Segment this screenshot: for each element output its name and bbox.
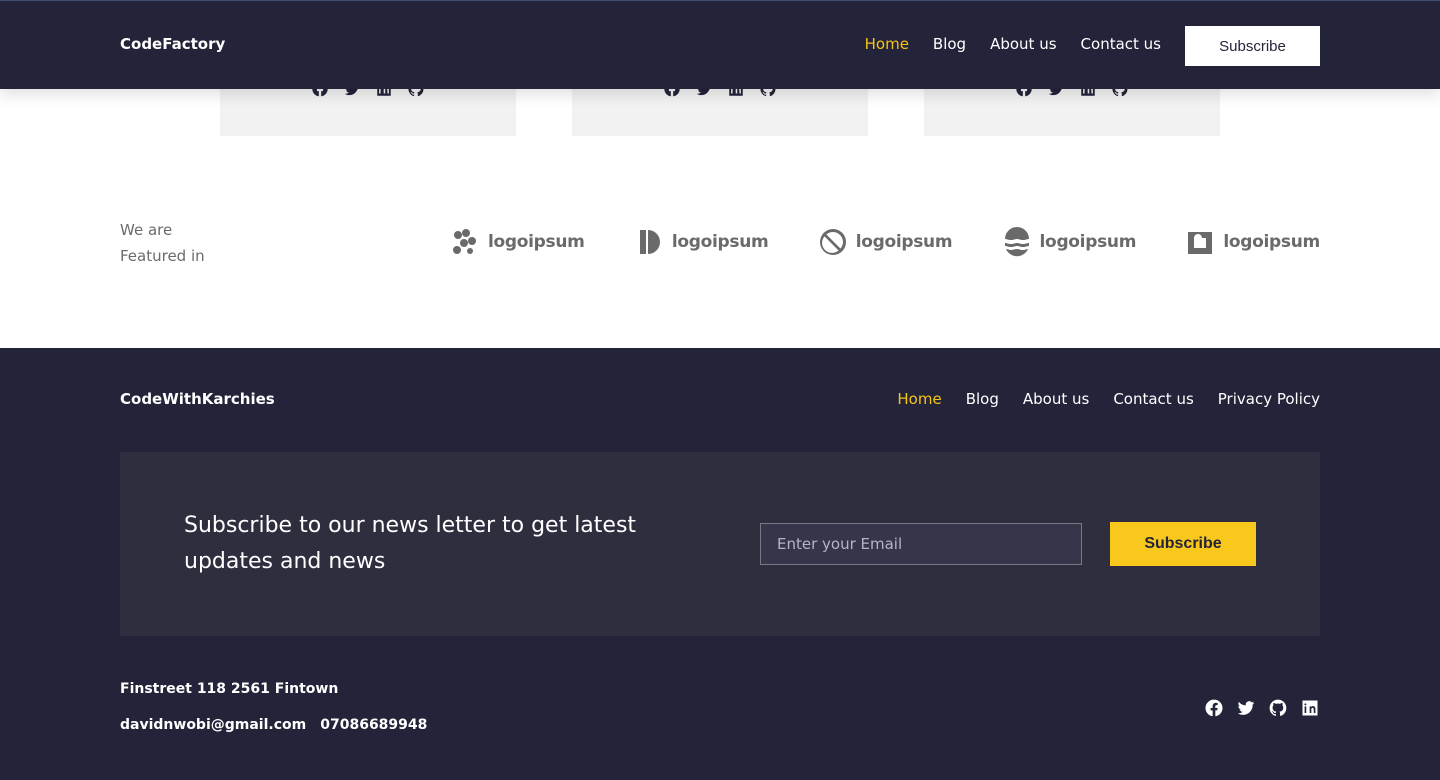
logo-text: logoipsum	[671, 232, 769, 252]
logo-slashed-circle-icon	[819, 229, 846, 255]
footer-nav-blog[interactable]: Blog	[966, 390, 999, 408]
nav-subscribe-button[interactable]: Subscribe	[1185, 26, 1320, 66]
footer-brand[interactable]: CodeWithKarchies	[120, 390, 275, 408]
featured-logo: logoipsum	[634, 227, 769, 257]
logo-text: logoipsum	[1039, 232, 1137, 252]
nav-blog[interactable]: Blog	[933, 35, 966, 53]
logo-dots-icon	[453, 229, 476, 254]
nav-about[interactable]: About us	[990, 35, 1056, 53]
footer-email[interactable]: davidnwobi@gmail.com	[120, 717, 306, 733]
twitter-icon[interactable]	[1236, 698, 1256, 718]
footer: CodeWithKarchies Home Blog About us Cont…	[0, 348, 1440, 780]
footer-nav-privacy[interactable]: Privacy Policy	[1218, 390, 1320, 408]
nav-home[interactable]: Home	[865, 35, 909, 53]
footer-contact: davidnwobi@gmail.com 07086689948	[120, 717, 427, 733]
newsletter-email-input[interactable]	[760, 523, 1082, 565]
github-icon[interactable]	[1268, 698, 1288, 718]
featured-logo: logoipsum	[1185, 227, 1320, 257]
footer-nav-home[interactable]: Home	[897, 390, 941, 408]
logo-half-circle-icon	[639, 230, 660, 254]
newsletter-subscribe-button[interactable]: Subscribe	[1110, 522, 1256, 566]
newsletter-panel: Subscribe to our news letter to get late…	[120, 452, 1320, 636]
logo-waves-icon	[1004, 227, 1029, 257]
featured-label-line2: Featured in	[120, 247, 205, 265]
logo-text: logoipsum	[1223, 232, 1320, 252]
footer-socials	[1204, 698, 1320, 718]
footer-phone[interactable]: 07086689948	[320, 717, 427, 733]
footer-nav-contact[interactable]: Contact us	[1113, 390, 1193, 408]
facebook-icon[interactable]	[1204, 698, 1224, 718]
top-nav-links: Home Blog About us Contact us	[865, 35, 1161, 53]
footer-address: Finstreet 118 2561 Fintown	[120, 681, 339, 697]
featured-logos: logoipsum logoipsum logoipsum logoipsum …	[450, 226, 1320, 258]
logo-text: logoipsum	[488, 232, 585, 252]
logo-text: logoipsum	[855, 232, 953, 252]
logo-square-icon	[1188, 232, 1213, 254]
featured-label-line1: We are	[120, 221, 173, 239]
footer-nav-about[interactable]: About us	[1023, 390, 1089, 408]
nav-contact[interactable]: Contact us	[1081, 35, 1161, 53]
featured-logo: logoipsum	[1002, 227, 1137, 257]
footer-nav-links: Home Blog About us Contact us Privacy Po…	[897, 390, 1320, 408]
newsletter-headline: Subscribe to our news letter to get late…	[184, 513, 637, 574]
linkedin-icon[interactable]	[1300, 698, 1320, 718]
top-navbar: CodeFactory Home Blog About us Contact u…	[0, 0, 1440, 89]
featured-logo: logoipsum	[818, 227, 953, 257]
featured-label: We are Featured in	[120, 217, 240, 269]
featured-logo: logoipsum	[450, 227, 585, 257]
site-brand[interactable]: CodeFactory	[120, 35, 225, 53]
